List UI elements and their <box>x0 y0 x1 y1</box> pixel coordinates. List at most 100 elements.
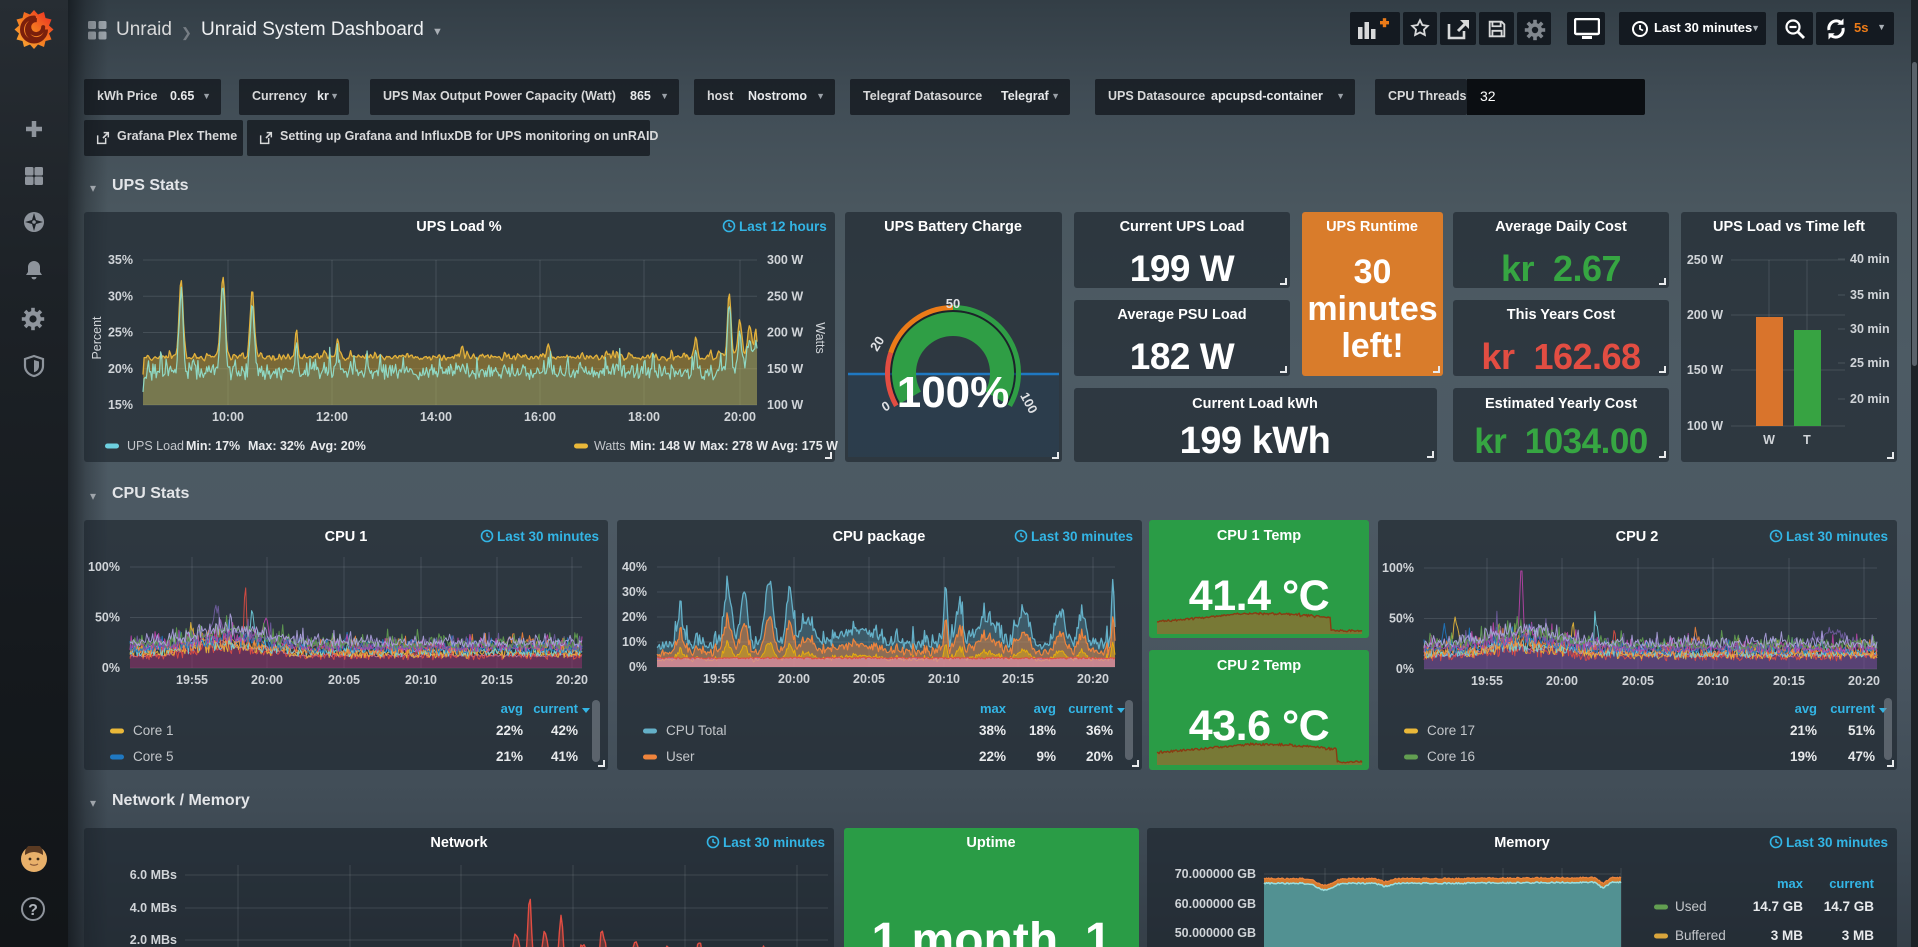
svg-text:200 W: 200 W <box>1687 308 1723 322</box>
svg-text:14.7 GB: 14.7 GB <box>1824 899 1875 914</box>
svg-text:Used: Used <box>1675 899 1707 914</box>
svg-text:4.0 MBs: 4.0 MBs <box>130 901 177 915</box>
svg-text:40 min: 40 min <box>1850 252 1890 266</box>
svg-text:22%: 22% <box>979 749 1006 764</box>
svg-text:19:55: 19:55 <box>176 673 208 687</box>
svg-text:avg: avg <box>1034 701 1056 716</box>
svg-text:Last 30 minutes: Last 30 minutes <box>723 835 825 850</box>
svg-text:avg: avg <box>1795 701 1817 716</box>
svg-text:Last 30 minutes: Last 30 minutes <box>1031 529 1133 544</box>
svg-text:UPS Load: UPS Load <box>127 439 184 453</box>
svg-text:User: User <box>666 749 695 764</box>
svg-text:UPS Load %: UPS Load % <box>416 219 502 235</box>
svg-text:12:00: 12:00 <box>316 410 348 424</box>
svg-text:Core 17: Core 17 <box>1427 723 1475 738</box>
svg-text:Last 30 minutes: Last 30 minutes <box>497 529 599 544</box>
svg-text:20:15: 20:15 <box>1002 672 1034 686</box>
svg-text:15%: 15% <box>108 398 133 412</box>
svg-text:Buffered: Buffered <box>1675 928 1726 943</box>
svg-text:20:05: 20:05 <box>853 672 885 686</box>
svg-text:30%: 30% <box>622 585 647 599</box>
svg-text:20:10: 20:10 <box>928 672 960 686</box>
svg-text:20:10: 20:10 <box>1697 674 1729 688</box>
svg-text:Max: 32%: Max: 32% <box>248 439 305 453</box>
svg-text:10:00: 10:00 <box>212 410 244 424</box>
svg-text:20:00: 20:00 <box>1546 674 1578 688</box>
svg-text:20%: 20% <box>108 362 133 376</box>
svg-text:CPU 2: CPU 2 <box>1616 529 1659 545</box>
svg-text:T: T <box>1803 433 1811 447</box>
svg-text:Avg: 20%: Avg: 20% <box>310 439 366 453</box>
svg-text:0%: 0% <box>102 661 120 675</box>
svg-text:0%: 0% <box>1396 662 1414 676</box>
svg-text:20:20: 20:20 <box>1848 674 1880 688</box>
svg-text:Max: 278 W: Max: 278 W <box>700 439 768 453</box>
svg-text:51%: 51% <box>1848 723 1875 738</box>
svg-text:47%: 47% <box>1848 749 1875 764</box>
svg-text:Last 30 minutes: Last 30 minutes <box>1786 529 1888 544</box>
svg-text:20:20: 20:20 <box>556 673 588 687</box>
svg-text:Last 12 hours: Last 12 hours <box>739 219 827 234</box>
svg-text:21%: 21% <box>1790 723 1817 738</box>
svg-text:250 W: 250 W <box>767 289 803 303</box>
svg-text:Memory: Memory <box>1494 835 1550 851</box>
svg-text:16:00: 16:00 <box>524 410 556 424</box>
svg-text:22%: 22% <box>496 723 523 738</box>
svg-text:100 W: 100 W <box>1687 419 1723 433</box>
svg-text:20: 20 <box>867 334 887 354</box>
svg-text:38%: 38% <box>979 723 1006 738</box>
svg-text:9%: 9% <box>1036 749 1056 764</box>
svg-text:20:20: 20:20 <box>1077 672 1109 686</box>
svg-text:2.0 MBs: 2.0 MBs <box>130 933 177 947</box>
svg-text:100%: 100% <box>897 368 1010 417</box>
svg-text:100%: 100% <box>1382 561 1414 575</box>
svg-text:50%: 50% <box>95 611 120 625</box>
svg-text:Network: Network <box>430 835 488 851</box>
svg-text:30 min: 30 min <box>1850 322 1890 336</box>
svg-text:20:15: 20:15 <box>1773 674 1805 688</box>
svg-text:18%: 18% <box>1029 723 1056 738</box>
svg-text:50.000000 GB: 50.000000 GB <box>1175 926 1256 940</box>
svg-text:max: max <box>1777 876 1804 891</box>
svg-text:UPS Load vs Time left: UPS Load vs Time left <box>1713 219 1865 235</box>
svg-text:Core 1: Core 1 <box>133 723 174 738</box>
svg-text:Core 16: Core 16 <box>1427 749 1475 764</box>
svg-text:20:05: 20:05 <box>1622 674 1654 688</box>
svg-text:current: current <box>1068 701 1113 716</box>
svg-text:current: current <box>533 701 578 716</box>
svg-text:UPS Battery Charge: UPS Battery Charge <box>884 219 1022 235</box>
svg-text:35 min: 35 min <box>1850 288 1890 302</box>
svg-text:Percent: Percent <box>90 316 104 360</box>
svg-text:35%: 35% <box>108 253 133 267</box>
svg-text:21%: 21% <box>496 749 523 764</box>
svg-text:20:00: 20:00 <box>724 410 756 424</box>
svg-text:41%: 41% <box>551 749 578 764</box>
svg-text:Watts: Watts <box>813 322 827 353</box>
svg-text:CPU Total: CPU Total <box>666 723 727 738</box>
svg-text:150 W: 150 W <box>1687 363 1723 377</box>
svg-text:20:10: 20:10 <box>405 673 437 687</box>
svg-text:10%: 10% <box>622 635 647 649</box>
svg-text:20%: 20% <box>1086 749 1113 764</box>
svg-text:20:00: 20:00 <box>251 673 283 687</box>
svg-text:19:55: 19:55 <box>1471 674 1503 688</box>
svg-text:40%: 40% <box>622 560 647 574</box>
svg-text:20%: 20% <box>622 610 647 624</box>
svg-text:Avg: 175 W: Avg: 175 W <box>771 439 838 453</box>
svg-text:Min: 17%: Min: 17% <box>186 439 240 453</box>
svg-text:Min: 148 W: Min: 148 W <box>630 439 695 453</box>
svg-text:Core 5: Core 5 <box>133 749 174 764</box>
svg-text:14.7 GB: 14.7 GB <box>1753 899 1804 914</box>
svg-text:20:05: 20:05 <box>328 673 360 687</box>
svg-text:Watts: Watts <box>594 439 625 453</box>
svg-text:max: max <box>980 701 1007 716</box>
svg-text:25 min: 25 min <box>1850 356 1890 370</box>
svg-text:36%: 36% <box>1086 723 1113 738</box>
svg-text:200 W: 200 W <box>767 326 803 340</box>
svg-text:3 MB: 3 MB <box>1842 928 1875 943</box>
svg-text:20 min: 20 min <box>1850 392 1890 406</box>
svg-text:3 MB: 3 MB <box>1771 928 1804 943</box>
svg-text:50%: 50% <box>1389 612 1414 626</box>
svg-text:current: current <box>1829 876 1874 891</box>
svg-text:25%: 25% <box>108 326 133 340</box>
